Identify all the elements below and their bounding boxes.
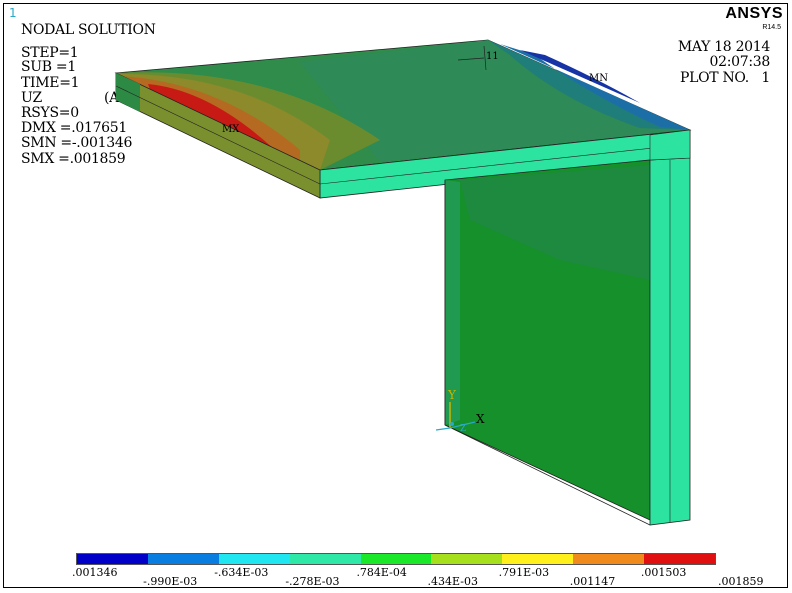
legend-label-bottom: .434E-03 [427, 575, 478, 588]
triad-z-label: Z [460, 424, 467, 434]
node-label: 11 [486, 51, 499, 62]
legend-label-top: .001346 [72, 566, 118, 579]
mx-marker: MX [222, 124, 240, 135]
legend-band [573, 554, 645, 564]
legend-label-bottom: .001147 [569, 575, 616, 588]
legend-band [218, 554, 290, 564]
legend-label-top: -.634E-03 [214, 566, 269, 579]
legend-label-bottom: .001859 [718, 575, 764, 588]
legend-band [644, 554, 716, 564]
legend-band [147, 554, 219, 564]
legend-band [502, 554, 574, 564]
fea-model-view[interactable] [0, 0, 792, 593]
legend-band [431, 554, 503, 564]
legend-label-bottom: -.278E-03 [285, 575, 340, 588]
legend-label-bottom: -.990E-03 [143, 575, 198, 588]
triad-x-label: X [476, 412, 485, 426]
legend-label-top: .001503 [640, 566, 687, 579]
mn-marker: MN [589, 73, 608, 84]
legend-band [77, 554, 148, 564]
legend-label-top: .791E-03 [498, 566, 550, 579]
triad-y-label: Y [448, 388, 456, 402]
legend-band [289, 554, 361, 564]
legend-label-top: .784E-04 [356, 566, 407, 579]
legend-band [360, 554, 432, 564]
contour-legend-bar [76, 553, 716, 565]
